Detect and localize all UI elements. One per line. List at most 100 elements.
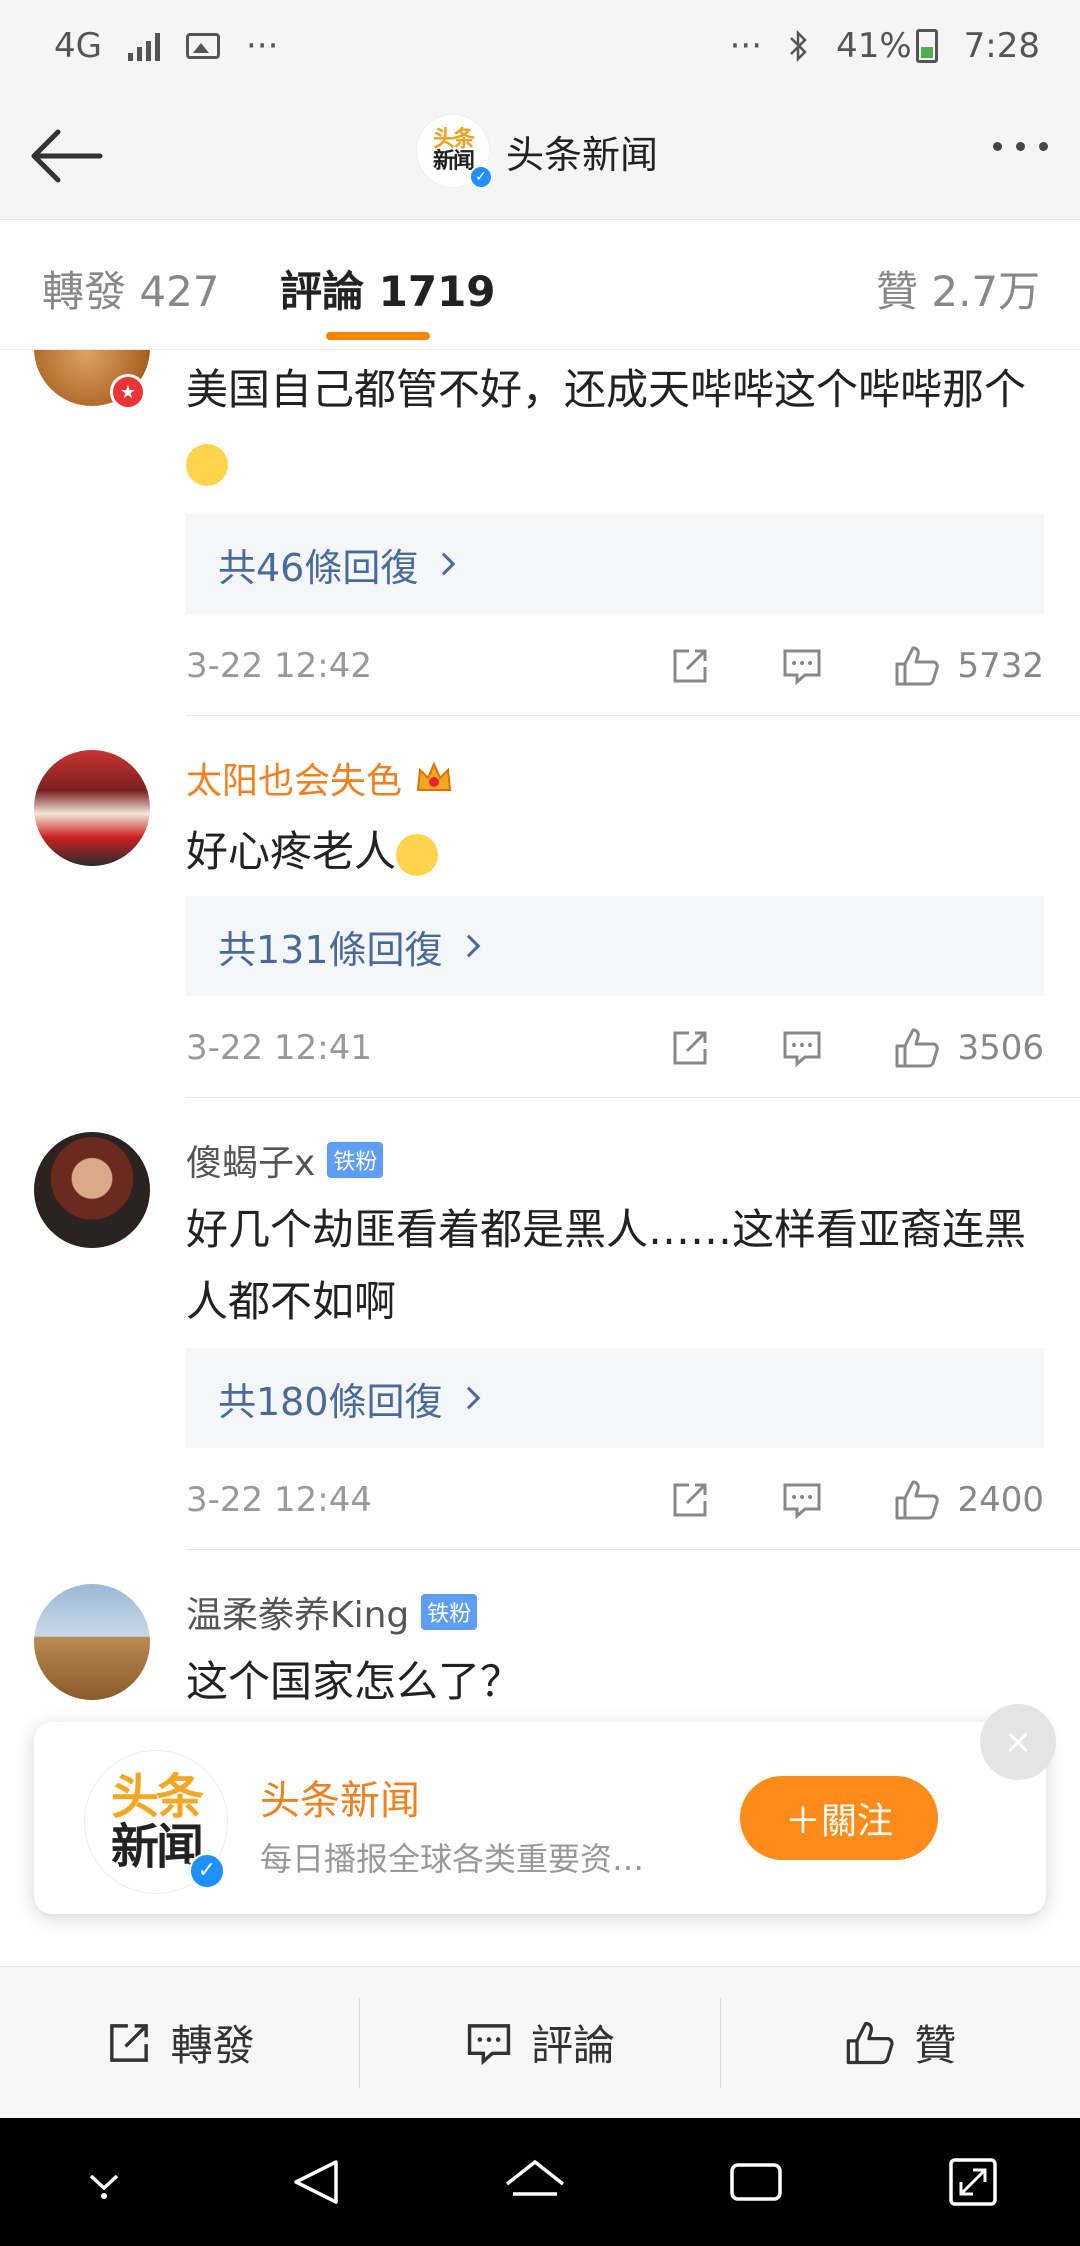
user-avatar[interactable]	[34, 1584, 150, 1700]
system-nav-bar	[0, 2118, 1080, 2246]
comment-action-icon[interactable]	[781, 1479, 823, 1521]
status-more: ···	[729, 26, 763, 66]
follow-button[interactable]: ＋關注	[740, 1776, 938, 1860]
battery-icon	[915, 29, 938, 63]
account-name[interactable]: 头条新闻	[260, 1768, 420, 1826]
account-avatar[interactable]: 头条 新闻 ✓	[416, 114, 493, 189]
user-line: 傻蝎子x 铁粉	[186, 1134, 384, 1186]
username[interactable]: 温柔豢养King	[186, 1586, 409, 1638]
signal-icon	[127, 31, 160, 61]
logo-text-bottom: 新闻	[110, 1819, 204, 1875]
like-count: 3506	[957, 1028, 1044, 1068]
notification-more: ···	[245, 26, 279, 66]
back-button[interactable]	[28, 120, 108, 192]
clock: 7:28	[963, 26, 1040, 66]
fan-badge: 铁粉	[327, 1142, 384, 1178]
replies-link[interactable]: 共46條回復	[186, 514, 1044, 614]
replies-link[interactable]: 共131條回復	[186, 896, 1044, 996]
username[interactable]: 太阳也会失色	[186, 752, 402, 804]
logo-text-bottom: 新闻	[432, 149, 475, 174]
status-left: 4G ···	[54, 26, 278, 66]
repost-action-icon[interactable]	[669, 1027, 711, 1069]
back-arrow-icon	[31, 129, 103, 183]
nav-bar: 头条 新闻 ✓ 头条新闻	[0, 92, 1080, 220]
comment-time: 3-22 12:44	[186, 1480, 372, 1520]
user-avatar[interactable]	[34, 1132, 150, 1248]
repost-action-icon[interactable]	[669, 645, 711, 687]
comment-text-content: 美国自己都管不好，还成天哔哔这个哔哔那个	[186, 365, 1027, 414]
verified-icon: ✓	[189, 1853, 225, 1889]
thumbs-up-icon	[895, 1480, 940, 1520]
tab-like[interactable]: 贊 2.7万	[876, 258, 1040, 319]
like-count: 2400	[957, 1480, 1044, 1520]
replies-label: 共131條回復	[218, 927, 443, 972]
comment-item: 太阳也会失色 好心疼老人 共131條回復 3-22 12:41 3506	[0, 716, 1080, 1098]
tab-repost[interactable]: 轉發 427	[42, 258, 220, 319]
comment-text: 好心疼老人	[186, 816, 1056, 888]
comment-text: 这个国家怎么了？	[186, 1657, 523, 1706]
fan-badge: 铁粉	[421, 1594, 478, 1630]
home-nav-icon[interactable]	[503, 2154, 567, 2210]
repost-button[interactable]: 轉發	[0, 1967, 359, 2118]
crown-icon	[416, 761, 452, 791]
user-line: 太阳也会失色	[186, 752, 454, 804]
comment-item: ★ 美国自己都管不好，还成天哔哔这个哔哔那个 共46條回復 3-22 12:42…	[0, 350, 1080, 716]
logo-text-top: 头条	[110, 1768, 204, 1825]
replies-link[interactable]: 共180條回復	[186, 1348, 1044, 1448]
comment-text-content: 好心疼老人	[186, 827, 397, 876]
battery-group: 41%	[836, 26, 938, 66]
hide-keyboard-icon[interactable]	[79, 2162, 129, 2202]
replies-label: 共180條回復	[218, 1379, 443, 1424]
comment-text: 好几个劫匪看着都是黑人……这样看亚裔连黑人都不如啊	[186, 1205, 1027, 1326]
like-button[interactable]: 2400	[893, 1478, 1044, 1522]
thumbs-up-icon	[895, 646, 940, 686]
comment-icon	[467, 2023, 511, 2065]
account-header[interactable]: 头条 新闻 ✓ 头条新闻	[416, 114, 658, 189]
replies-label: 共46條回復	[218, 545, 419, 590]
member-badge-icon: ★	[110, 374, 146, 410]
comment-item: 傻蝎子x 铁粉 好几个劫匪看着都是黑人……这样看亚裔连黑人都不如啊 共180條回…	[0, 1098, 1080, 1550]
like-count: 5732	[957, 646, 1044, 686]
back-nav-icon[interactable]	[288, 2154, 344, 2210]
user-line: 温柔豢养King 铁粉	[186, 1586, 478, 1638]
active-tab-indicator	[326, 332, 430, 340]
chevron-right-icon	[433, 552, 456, 576]
like-label: 贊	[914, 2021, 957, 2070]
tab-bar: 轉發 427 評論 1719 贊 2.7万	[0, 220, 1080, 350]
comment-time: 3-22 12:42	[186, 646, 372, 686]
logo-text-top: 头条	[432, 127, 475, 152]
more-options-icon[interactable]	[993, 142, 1048, 151]
comment-meta: 3-22 12:42 5732	[186, 636, 1044, 696]
comment-action-icon[interactable]	[781, 645, 823, 687]
like-button[interactable]: 贊	[721, 1967, 1080, 2118]
network-indicator: 4G	[54, 26, 102, 66]
comment-label: 評論	[530, 2021, 615, 2070]
eye-roll-emoji-icon	[186, 443, 228, 486]
tab-comment[interactable]: 評論 1719	[280, 258, 496, 319]
user-avatar[interactable]	[34, 750, 150, 866]
username[interactable]: 傻蝎子x	[186, 1134, 315, 1186]
recent-apps-icon[interactable]	[726, 2157, 786, 2207]
crying-emoji-icon	[396, 833, 439, 876]
comment-action-icon[interactable]	[781, 1027, 823, 1069]
comment-meta: 3-22 12:44 2400	[186, 1470, 1044, 1530]
thumbs-up-icon	[895, 1028, 940, 1068]
chevron-right-icon	[457, 934, 480, 958]
bluetooth-icon	[790, 29, 807, 63]
verified-icon: ✓	[469, 165, 493, 189]
expand-icon[interactable]	[945, 2154, 1001, 2210]
repost-action-icon[interactable]	[669, 1479, 711, 1521]
account-description: 每日播报全球各类重要资…	[260, 1840, 645, 1878]
account-avatar[interactable]: 头条 新闻 ✓	[84, 1750, 228, 1894]
comment-button[interactable]: 評論	[360, 1967, 719, 2118]
bottom-toolbar: 轉發 評論 贊	[0, 1966, 1080, 2118]
comment-time: 3-22 12:41	[186, 1028, 372, 1068]
follow-suggestion-card[interactable]: 头条 新闻 ✓ 头条新闻 每日播报全球各类重要资… ＋關注 ×	[34, 1704, 1056, 1914]
close-icon[interactable]: ×	[980, 1704, 1056, 1780]
like-button[interactable]: 5732	[893, 644, 1044, 688]
image-notification-icon	[185, 33, 220, 59]
like-button[interactable]: 3506	[893, 1026, 1044, 1070]
comment-text: 美国自己都管不好，还成天哔哔这个哔哔那个	[186, 354, 1056, 498]
status-bar: 4G ··· ··· 41% 7:28	[0, 0, 1080, 92]
repost-label: 轉發	[170, 2021, 255, 2070]
